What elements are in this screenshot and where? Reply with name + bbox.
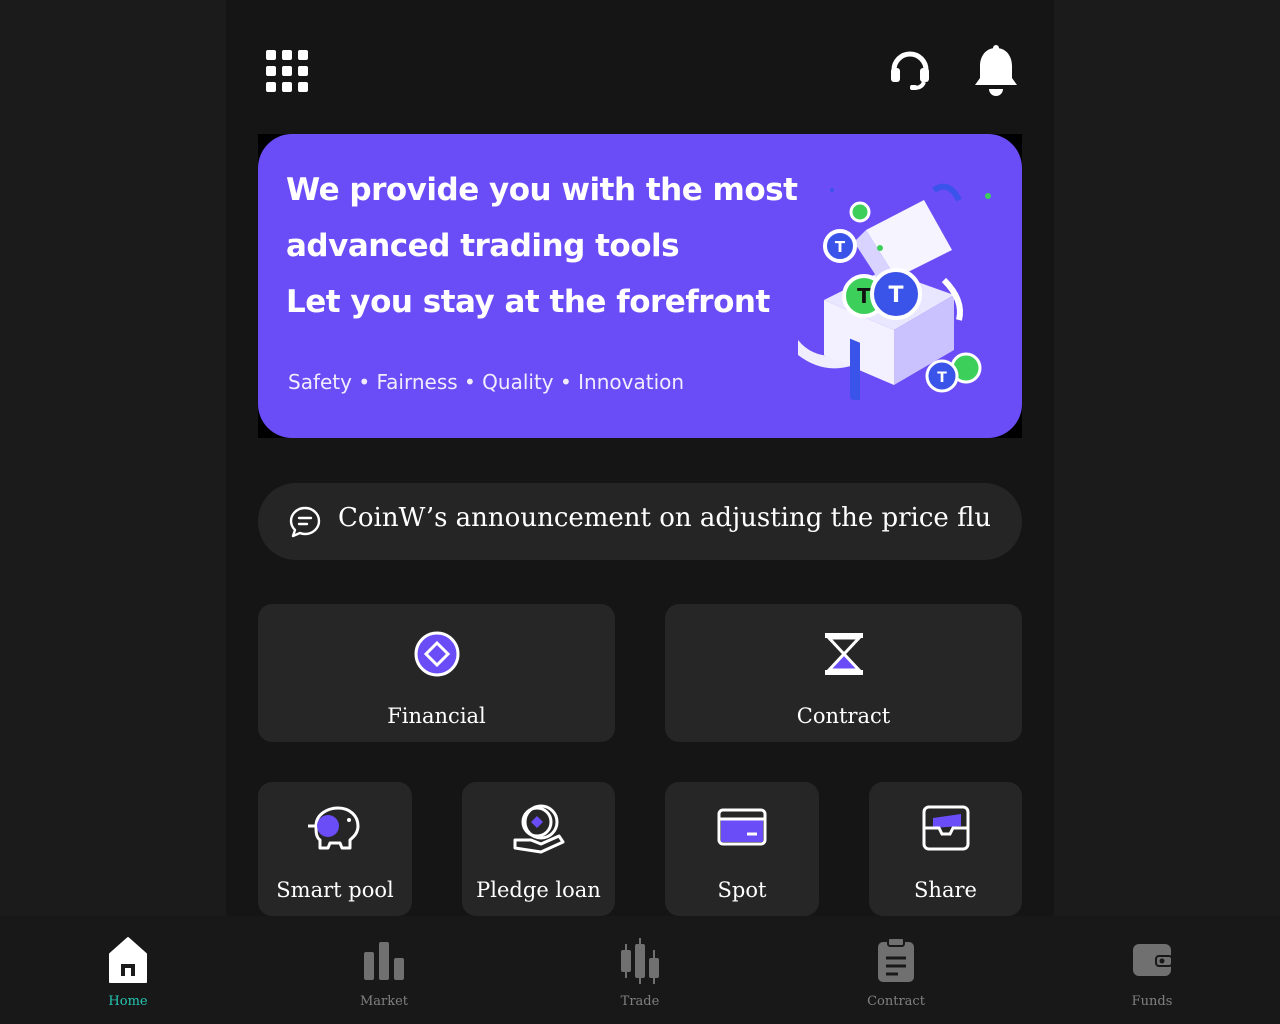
svg-text:T: T [888,283,903,308]
pledge-loan-card[interactable]: Pledge loan [462,782,615,916]
card-label: Smart pool [276,878,394,902]
card-icon [717,808,767,848]
home-icon [108,936,148,984]
card-label: Spot [717,878,767,902]
bell-icon[interactable] [972,44,1020,98]
chat-bubble-icon [288,505,322,539]
coin-hand-icon [511,802,567,854]
nav-label: Funds [1131,994,1173,1009]
financial-card[interactable]: Financial [258,604,615,742]
svg-text:T: T [857,284,871,308]
candlestick-icon [620,936,660,984]
clipboard-icon [876,936,916,984]
nav-item-contract[interactable]: Contract [836,916,956,1024]
card-label: Financial [387,704,486,728]
headset-support-icon[interactable] [888,46,932,90]
hourglass-icon [821,630,867,678]
banner-headline-line-2: advanced trading tools [286,228,680,264]
banner-tagline: Safety • Fairness • Quality • Innovation [288,370,685,394]
smart-pool-card[interactable]: Smart pool [258,782,412,916]
nav-label: Contract [867,994,925,1009]
card-label: Share [914,878,977,902]
spot-card[interactable]: Spot [665,782,819,916]
announcement-text: CoinW’s announcement on adjusting the pr… [338,503,990,533]
nav-item-home[interactable]: Home [68,916,188,1024]
wallet-icon [921,804,971,852]
grid-menu-icon[interactable] [266,50,310,94]
card-label: Contract [796,704,891,728]
svg-text:T: T [835,238,846,256]
banner-card: We provide you with the most advanced tr… [258,134,1022,438]
piggy-bank-icon [306,804,364,852]
announcement-bar[interactable]: CoinW’s announcement on adjusting the pr… [258,483,1022,560]
promo-banner[interactable]: We provide you with the most advanced tr… [258,134,1022,438]
banner-headline-line-1: We provide you with the most [286,172,798,208]
card-label: Pledge loan [476,878,601,902]
diamond-coin-icon [413,630,461,678]
svg-text:T: T [937,370,947,386]
bottom-nav: Home Market Trade Contract Funds [0,916,1280,1024]
app-screen: We provide you with the most advanced tr… [226,0,1054,916]
nav-item-funds[interactable]: Funds [1092,916,1212,1024]
nav-label: Trade [620,994,660,1009]
share-card[interactable]: Share [869,782,1022,916]
banner-headline-line-3: Let you stay at the forefront [286,284,770,320]
nav-label: Home [108,994,148,1009]
wallet-icon [1132,936,1173,984]
nav-label: Market [359,994,409,1009]
nav-item-trade[interactable]: Trade [580,916,700,1024]
bar-chart-icon [364,936,404,984]
top-bar [226,0,1054,134]
nav-item-market[interactable]: Market [324,916,444,1024]
contract-card[interactable]: Contract [665,604,1022,742]
gift-box-coins-illustration: T T T T [784,170,994,403]
